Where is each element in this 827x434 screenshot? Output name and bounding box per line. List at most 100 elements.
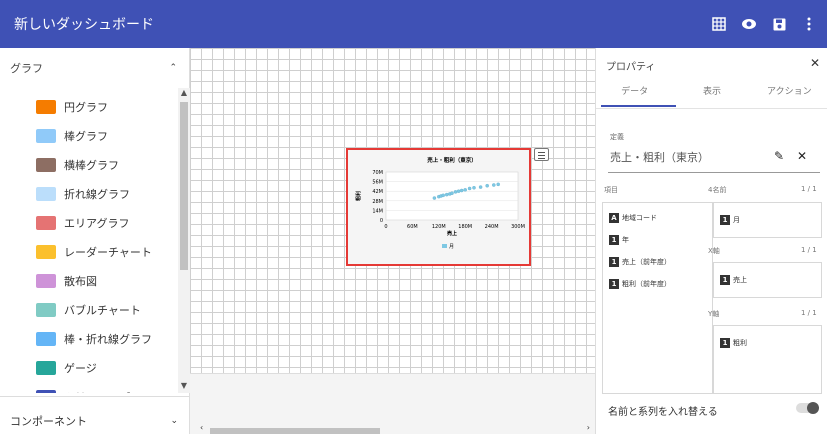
data-point bbox=[432, 196, 437, 200]
chart-palette-panel: グラフ ⌃ 円グラフ棒グラフ横棒グラフ折れ線グラフ エリアグラフレーダーチャート散… bbox=[0, 48, 190, 434]
chip-label: 売上 bbox=[733, 276, 747, 284]
legend-label: 月 bbox=[449, 244, 454, 250]
chart-type-item[interactable]: 横棒グラフ bbox=[0, 150, 190, 179]
name-drop-zone[interactable]: 1月 bbox=[713, 202, 822, 238]
chart-type-item[interactable]: ゲージ bbox=[0, 353, 190, 382]
fields-header: 項目 bbox=[604, 186, 618, 194]
scroll-thumb[interactable] bbox=[180, 102, 188, 270]
field-chip[interactable]: 1 売上（前年度） bbox=[609, 251, 706, 273]
widget-menu-icon[interactable] bbox=[534, 148, 549, 161]
toggle-knob bbox=[807, 402, 819, 414]
more-vert-icon[interactable] bbox=[801, 16, 817, 32]
chart-type-item[interactable]: バブルチャート bbox=[0, 295, 190, 324]
canvas-h-scroll-thumb[interactable] bbox=[210, 428, 380, 434]
chevron-down-icon[interactable]: ⌄ bbox=[170, 416, 178, 426]
list-scrollbar[interactable]: ▲ ▼ bbox=[178, 88, 190, 393]
x-field-chip[interactable]: 1 売上 bbox=[720, 269, 815, 291]
chart-type-item[interactable]: 棒・折れ線グラフ bbox=[0, 324, 190, 353]
chart-type-label: 棒・折れ線グラフ bbox=[64, 332, 152, 346]
type-badge: 1 bbox=[720, 338, 730, 348]
y-axis-count: 1 / 1 bbox=[801, 309, 817, 317]
chip-label: 月 bbox=[733, 216, 740, 224]
bar-chart-icon bbox=[36, 128, 56, 143]
name-count: 1 / 1 bbox=[801, 185, 817, 193]
app-header: 新しいダッシュボード bbox=[0, 0, 827, 48]
chart-type-label: 横棒グラフ bbox=[64, 158, 119, 172]
chevron-up-icon[interactable]: ⌃ bbox=[169, 63, 177, 73]
name-field-chip[interactable]: 1月 bbox=[720, 209, 815, 231]
legend-swatch bbox=[442, 244, 447, 248]
scroll-right-icon[interactable]: › bbox=[587, 423, 590, 432]
chart-type-label: バブルチャート bbox=[64, 303, 141, 317]
canvas-h-scrollbar[interactable]: ‹ › bbox=[200, 423, 590, 434]
x-tick-label: 120M bbox=[432, 224, 446, 230]
scroll-down-icon[interactable]: ▼ bbox=[178, 381, 190, 393]
field-chip[interactable]: A 地域コード bbox=[609, 207, 706, 229]
x-axis-label: 売上 bbox=[447, 230, 457, 237]
dashboard-title[interactable]: 新しいダッシュボード bbox=[14, 14, 154, 34]
graph-section-title: グラフ bbox=[10, 62, 43, 75]
divider bbox=[596, 108, 827, 109]
header-actions bbox=[711, 0, 817, 48]
x-axis-header: X軸 bbox=[708, 247, 720, 255]
scatter-chart-icon bbox=[36, 273, 56, 288]
line-chart-icon bbox=[36, 186, 56, 201]
chart-widget[interactable]: 売上・粗利（東京） 0 14M 28M 42M 56M 70M 0 60M 120M 180M 240… bbox=[346, 148, 531, 266]
eye-icon[interactable] bbox=[741, 16, 757, 32]
x-tick-label: 300M bbox=[511, 224, 525, 230]
chart-items: 円グラフ棒グラフ横棒グラフ折れ線グラフ エリアグラフレーダーチャート散布図バブルチ… bbox=[0, 88, 190, 393]
gauge-icon bbox=[36, 360, 56, 375]
chart-type-item[interactable]: 散布図 bbox=[0, 266, 190, 295]
scroll-left-icon[interactable]: ‹ bbox=[200, 423, 203, 432]
x-axis-drop-zone[interactable]: 1 売上 bbox=[713, 262, 822, 298]
field-label: 売上（前年度） bbox=[622, 258, 671, 266]
chart-type-label: エリアグラフ bbox=[64, 216, 130, 230]
graph-section-header[interactable]: グラフ ⌃ bbox=[0, 48, 189, 88]
radar-chart-icon bbox=[36, 244, 56, 259]
pie-chart-icon bbox=[36, 99, 56, 114]
grid-icon[interactable] bbox=[711, 16, 727, 32]
scroll-up-icon[interactable]: ▲ bbox=[178, 88, 190, 100]
field-chip[interactable]: 1 粗利（前年度） bbox=[609, 273, 706, 295]
tab-display[interactable]: 表示 bbox=[673, 82, 750, 108]
definition-value[interactable]: 売上・粗利（東京） bbox=[610, 149, 709, 165]
field-chip[interactable]: 1年 bbox=[609, 229, 706, 251]
chart-type-item[interactable]: 折れ線グラフ bbox=[0, 179, 190, 208]
data-point bbox=[441, 193, 445, 198]
combo-chart-icon bbox=[36, 331, 56, 346]
chart-type-item[interactable]: エリアグラフ bbox=[0, 208, 190, 237]
chart-type-item[interactable]: ツリーマップ bbox=[0, 382, 190, 393]
type-badge: 1 bbox=[720, 215, 730, 225]
swap-label: 名前と系列を入れ替える bbox=[608, 407, 718, 418]
edit-icon[interactable]: ✎ bbox=[774, 149, 784, 163]
properties-title: プロパティ bbox=[606, 62, 656, 73]
field-list[interactable]: A 地域コード 1 年 1 売上（前年度） 1 粗利（前年度） bbox=[602, 202, 713, 394]
data-point bbox=[453, 190, 458, 194]
data-point bbox=[444, 192, 449, 197]
data-point bbox=[450, 191, 454, 196]
chart-type-label: 折れ線グラフ bbox=[64, 187, 130, 201]
chart-type-item[interactable]: レーダーチャート bbox=[0, 237, 190, 266]
type-badge: 1 bbox=[609, 235, 619, 245]
active-tab-indicator bbox=[601, 105, 676, 107]
chart-type-item[interactable]: 棒グラフ bbox=[0, 121, 190, 150]
data-point bbox=[492, 183, 496, 187]
chart-type-label: レーダーチャート bbox=[64, 245, 152, 259]
save-icon[interactable] bbox=[771, 16, 787, 32]
swap-toggle[interactable] bbox=[796, 402, 819, 414]
y-axis-drop-zone[interactable]: 1 粗利 bbox=[713, 325, 822, 394]
data-point bbox=[478, 185, 483, 189]
definition-label: 定義 bbox=[610, 133, 624, 141]
x-tick-label: 180M bbox=[458, 224, 472, 230]
chart-type-label: ツリーマップ bbox=[64, 389, 130, 394]
tab-action[interactable]: アクション bbox=[751, 82, 827, 108]
y-field-chip[interactable]: 1 粗利 bbox=[720, 332, 815, 354]
y-tick-label: 0 bbox=[380, 218, 383, 224]
bubble-chart-icon bbox=[36, 302, 56, 317]
close-icon[interactable]: ✕ bbox=[810, 56, 820, 70]
chart-type-item[interactable]: 円グラフ bbox=[0, 92, 190, 121]
chart-type-label: 円グラフ bbox=[64, 100, 108, 114]
clear-icon[interactable]: ✕ bbox=[797, 149, 807, 163]
x-tick-label: 240M bbox=[485, 224, 499, 230]
components-section-header[interactable]: コンポーネント ⌄ bbox=[0, 408, 190, 434]
